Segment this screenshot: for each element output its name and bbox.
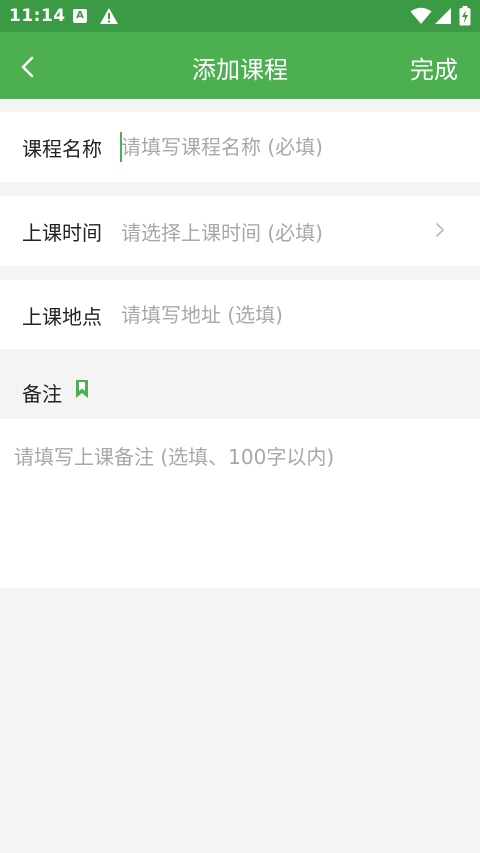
chevron-right-icon <box>436 223 444 237</box>
page-title: 添加课程 <box>192 56 288 84</box>
remarks-header: 备注 <box>0 349 480 419</box>
class-location-label: 上课地点 <box>22 305 102 329</box>
status-time: 11:14 <box>9 6 66 26</box>
warning-icon <box>100 8 118 24</box>
keyboard-a-icon: A <box>73 9 87 23</box>
remarks-label: 备注 <box>22 382 62 406</box>
class-location-row: 上课地点 <box>0 280 480 350</box>
bookmark-icon <box>76 380 88 398</box>
app-bar: 添加课程 完成 <box>0 32 480 99</box>
battery-charging-icon <box>459 6 471 26</box>
course-name-input[interactable] <box>121 131 421 163</box>
wifi-icon <box>410 7 432 24</box>
class-location-input[interactable] <box>121 299 421 331</box>
remarks-textarea[interactable] <box>14 441 464 571</box>
course-name-row: 课程名称 <box>0 112 480 182</box>
remarks-area <box>0 419 480 588</box>
done-button[interactable]: 完成 <box>410 50 458 85</box>
class-time-row[interactable]: 上课时间 请选择上课时间 (必填) <box>0 196 480 266</box>
signal-icon <box>435 8 451 24</box>
class-time-picker[interactable]: 请选择上课时间 (必填) <box>121 217 323 246</box>
class-time-label: 上课时间 <box>22 221 102 245</box>
course-name-label: 课程名称 <box>22 137 102 161</box>
status-bar: 11:14 A <box>0 0 480 32</box>
